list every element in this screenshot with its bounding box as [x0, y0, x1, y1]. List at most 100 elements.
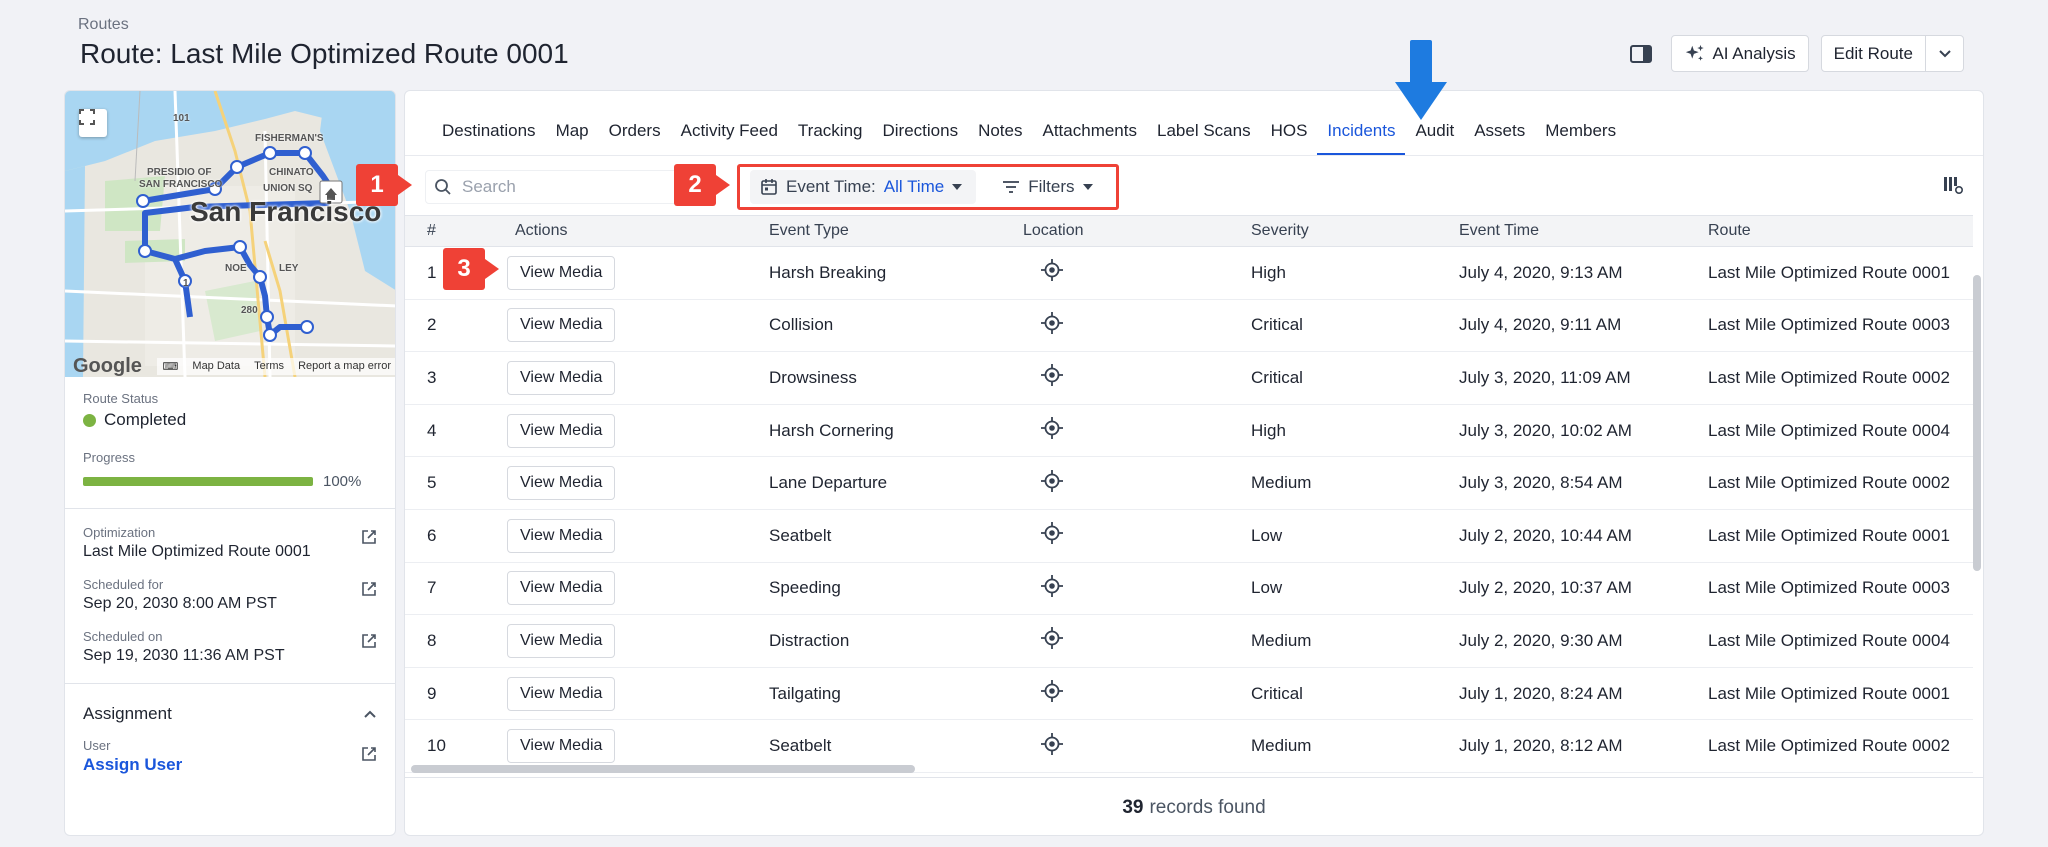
actions-cell: View Media: [507, 676, 769, 711]
horizontal-scrollbar[interactable]: [411, 765, 915, 773]
col-actions[interactable]: Actions: [515, 222, 769, 240]
col-number[interactable]: #: [405, 222, 515, 240]
user-label: User: [83, 738, 111, 753]
assignment-label: Assignment: [83, 704, 172, 723]
scheduled-for-value: Sep 20, 2030 8:00 AM PST: [83, 595, 277, 612]
event-type-cell: Harsh Cornering: [769, 420, 894, 440]
tab-label-scans[interactable]: Label Scans: [1147, 91, 1261, 155]
assign-user-link[interactable]: Assign User: [83, 755, 377, 775]
view-media-button[interactable]: View Media: [507, 623, 616, 658]
col-location[interactable]: Location: [1023, 222, 1251, 240]
view-media-button[interactable]: View Media: [507, 308, 616, 343]
tab-directions[interactable]: Directions: [872, 91, 968, 155]
tab-map[interactable]: Map: [546, 91, 599, 155]
table-row: 9 View Media Tailgating Critical July 1, 202…: [405, 668, 1973, 721]
edit-route-button[interactable]: Edit Route: [1820, 35, 1926, 72]
map-highway-label: 101: [173, 113, 190, 124]
map-area-label: NOE: [225, 263, 247, 274]
tab-notes[interactable]: Notes: [968, 91, 1032, 155]
view-media-button[interactable]: View Media: [507, 255, 616, 290]
tab-incidents[interactable]: Incidents: [1317, 91, 1406, 155]
location-target-icon[interactable]: [1041, 680, 1063, 703]
location-cell: [1023, 311, 1251, 339]
table-row: 2 View Media Collision Critical July 4, 2020…: [405, 300, 1973, 353]
event-time-value: All Time: [883, 177, 945, 196]
severity-cell: Critical: [1251, 315, 1303, 335]
route-map[interactable]: 101 1 280 FISHERMAN'S PRESIDIO OF SAN FR…: [65, 91, 395, 377]
location-target-icon[interactable]: [1041, 364, 1063, 387]
location-target-icon[interactable]: [1041, 522, 1063, 545]
location-target-icon[interactable]: [1041, 311, 1063, 334]
table-toolbar: Search Event Time: All Time Filters: [405, 155, 1983, 215]
vertical-scrollbar[interactable]: [1973, 275, 1981, 571]
external-link-icon[interactable]: [361, 746, 377, 762]
map-data-link[interactable]: Map Data: [192, 360, 240, 373]
external-link-icon[interactable]: [361, 581, 377, 597]
chevron-up-icon[interactable]: [363, 709, 377, 719]
page-title: Route: Last Mile Optimized Route 0001: [80, 38, 569, 69]
map-city-label: San Francisco: [190, 196, 382, 227]
divider: [65, 508, 395, 509]
tab-hos[interactable]: HOS: [1261, 91, 1318, 155]
tab-destinations[interactable]: Destinations: [432, 91, 546, 155]
location-target-icon[interactable]: [1041, 259, 1063, 282]
location-target-icon[interactable]: [1041, 469, 1063, 492]
view-media-button[interactable]: View Media: [507, 466, 616, 501]
view-media-button[interactable]: View Media: [507, 571, 616, 606]
route-cell: Last Mile Optimized Route 0003: [1708, 315, 1950, 335]
sidebar-panel-icon: [1630, 44, 1653, 63]
event-time-filter[interactable]: Event Time: All Time: [750, 170, 977, 204]
severity-cell: High: [1251, 420, 1286, 440]
assignment-header[interactable]: Assignment: [65, 684, 395, 724]
location-cell: [1023, 417, 1251, 444]
search-icon: [435, 179, 451, 195]
map-fullscreen-button[interactable]: [79, 109, 107, 137]
actions-cell: View Media: [507, 729, 769, 764]
tab-attachments[interactable]: Attachments: [1033, 91, 1148, 155]
location-target-icon[interactable]: [1041, 574, 1063, 597]
search-input[interactable]: Search: [425, 170, 685, 204]
report-map-error-link[interactable]: Report a map error: [298, 360, 391, 373]
records-text: records found: [1149, 796, 1266, 818]
tab-tracking[interactable]: Tracking: [788, 91, 873, 155]
ai-analysis-button[interactable]: AI Analysis: [1671, 35, 1809, 72]
column-settings-icon[interactable]: [1943, 176, 1963, 194]
tab-orders[interactable]: Orders: [599, 91, 671, 155]
table-row: 7 View Media Speeding Low July 2, 2020, 10:3…: [405, 563, 1973, 616]
filters-button[interactable]: Filters: [992, 170, 1106, 204]
location-target-icon[interactable]: [1041, 417, 1063, 440]
view-media-button[interactable]: View Media: [507, 413, 616, 448]
location-target-icon[interactable]: [1041, 627, 1063, 650]
keyboard-icon[interactable]: ⌨: [163, 360, 179, 373]
table-row: 1 View Media Harsh Breaking High July 4, 202…: [405, 247, 1973, 300]
col-event-type[interactable]: Event Type: [769, 222, 1023, 240]
terms-link[interactable]: Terms: [254, 360, 284, 373]
col-route[interactable]: Route: [1708, 222, 1973, 240]
tab-activity-feed[interactable]: Activity Feed: [671, 91, 788, 155]
caret-down-icon: [1082, 184, 1093, 190]
google-logo: Google: [73, 354, 142, 377]
edit-route-menu-button[interactable]: [1926, 35, 1964, 72]
optimization-item: Optimization Last Mile Optimized Route 0…: [65, 525, 395, 561]
location-target-icon[interactable]: [1041, 732, 1063, 755]
callout-badge: 2: [674, 164, 730, 206]
col-severity[interactable]: Severity: [1251, 222, 1459, 240]
view-media-button[interactable]: View Media: [507, 676, 616, 711]
route-status-value: Completed: [104, 410, 187, 429]
col-event-time[interactable]: Event Time: [1459, 222, 1708, 240]
breadcrumb[interactable]: Routes: [78, 16, 129, 34]
optimization-value: Last Mile Optimized Route 0001: [83, 543, 311, 560]
panel-toggle-button[interactable]: [1623, 36, 1659, 72]
view-media-button[interactable]: View Media: [507, 729, 616, 764]
event-time-cell: July 2, 2020, 10:37 AM: [1459, 578, 1632, 598]
event-time-cell: July 2, 2020, 10:44 AM: [1459, 525, 1632, 545]
sparkle-icon: [1686, 44, 1705, 61]
ai-analysis-label: AI Analysis: [1712, 43, 1796, 63]
external-link-icon[interactable]: [361, 529, 377, 545]
tab-assets[interactable]: Assets: [1464, 91, 1535, 155]
view-media-button[interactable]: View Media: [507, 360, 616, 395]
tab-members[interactable]: Members: [1535, 91, 1626, 155]
view-media-button[interactable]: View Media: [507, 518, 616, 553]
external-link-icon[interactable]: [361, 633, 377, 649]
row-number: 3: [427, 367, 437, 387]
